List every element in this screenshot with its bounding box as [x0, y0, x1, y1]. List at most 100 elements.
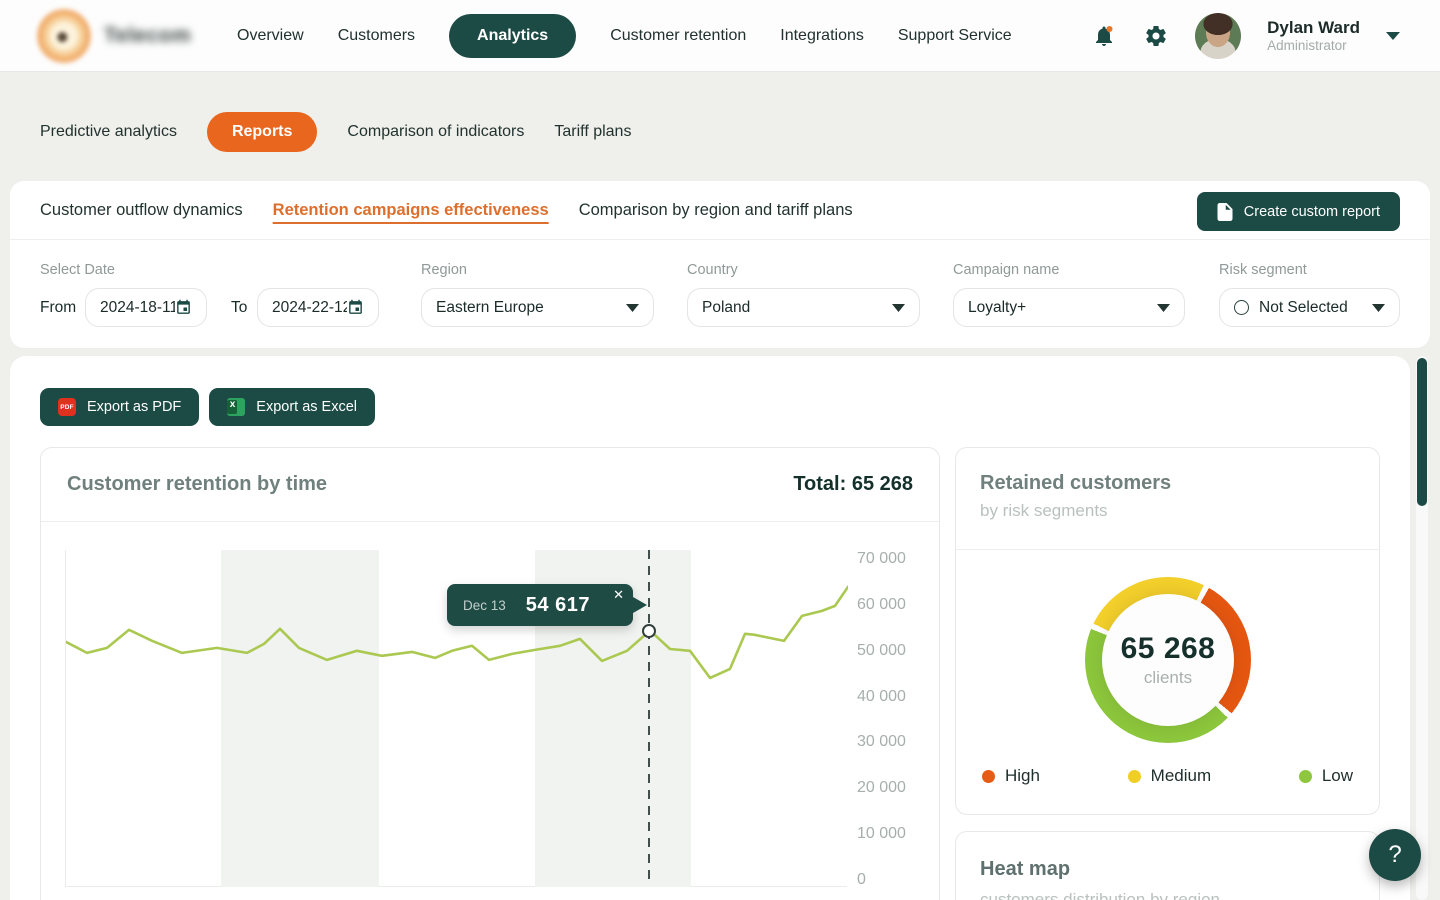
report-tab-customer-outflow-dynamics[interactable]: Customer outflow dynamics [40, 201, 243, 220]
y-tick-label: 70 000 [857, 550, 906, 568]
nav-item-analytics[interactable]: Analytics [449, 14, 576, 58]
tab-comparison-of-indicators[interactable]: Comparison of indicators [347, 123, 524, 141]
legend-dot [1128, 770, 1141, 783]
retained-customers-card: Retained customers by risk segments 65 2… [955, 447, 1380, 815]
nav-item-support-service[interactable]: Support Service [898, 27, 1012, 45]
legend-dot [1299, 770, 1312, 783]
y-axis: 70 000 60 000 50 000 40 000 30 000 20 000 10 0… [857, 448, 937, 900]
donut-total-value: 65 268 [1121, 632, 1216, 666]
y-tick-label: 40 000 [857, 688, 906, 706]
radio-circle-icon [1234, 300, 1249, 315]
chevron-down-icon [1157, 304, 1170, 312]
document-icon [1217, 203, 1233, 221]
excel-icon [227, 398, 245, 416]
country-select[interactable]: Poland [687, 288, 920, 327]
calendar-icon [347, 299, 364, 316]
y-tick-label: 20 000 [857, 779, 906, 797]
chevron-down-icon [1372, 304, 1385, 312]
main-nav: Overview Customers Analytics Customer re… [237, 0, 1012, 72]
user-role: Administrator [1267, 38, 1360, 55]
legend-dot [982, 770, 995, 783]
risk-legend: High Medium Low [956, 766, 1379, 786]
tooltip-close-icon[interactable]: ✕ [613, 587, 624, 603]
create-custom-report-label: Create custom report [1244, 204, 1380, 220]
chevron-down-icon [892, 304, 905, 312]
region-value: Eastern Europe [436, 299, 616, 317]
top-header: Telecom Overview Customers Analytics Cus… [0, 0, 1440, 72]
export-row: PDF Export as PDF Export as Excel [40, 388, 375, 426]
tab-predictive-analytics[interactable]: Predictive analytics [40, 123, 177, 141]
date-from-value: 2024-18-11 [100, 299, 175, 317]
brand-logo [36, 8, 92, 64]
date-to-input[interactable]: 2024-22-12 [257, 288, 379, 327]
select-date-label: Select Date [40, 262, 115, 278]
user-block: Dylan Ward Administrator [1267, 17, 1360, 55]
y-tick-label: 60 000 [857, 596, 906, 614]
legend-item-low: Low [1299, 766, 1353, 786]
y-tick-label: 0 [857, 871, 866, 889]
heat-map-title: Heat map [980, 858, 1070, 881]
retained-title: Retained customers [980, 472, 1171, 495]
chevron-down-icon [626, 304, 639, 312]
legend-label-low: Low [1322, 766, 1353, 786]
nav-item-overview[interactable]: Overview [237, 27, 304, 45]
dashboard-page: Telecom Overview Customers Analytics Cus… [0, 0, 1440, 900]
to-label: To [231, 288, 247, 327]
region-select[interactable]: Eastern Europe [421, 288, 654, 327]
tab-tariff-plans[interactable]: Tariff plans [554, 123, 631, 141]
chart-header: Customer retention by time Total: 65 268 [41, 448, 939, 522]
chart-marker[interactable] [642, 624, 656, 638]
legend-item-medium: Medium [1128, 766, 1211, 786]
risk-segment-value: Not Selected [1259, 299, 1362, 317]
export-excel-label: Export as Excel [256, 399, 357, 415]
notifications-bell-icon[interactable] [1091, 23, 1117, 49]
nav-item-integrations[interactable]: Integrations [780, 27, 864, 45]
donut-center: 65 268 clients [1102, 594, 1234, 726]
donut-caption: clients [1144, 668, 1192, 688]
user-name: Dylan Ward [1267, 17, 1360, 38]
export-pdf-button[interactable]: PDF Export as PDF [40, 388, 199, 426]
tooltip-value: 54 617 [526, 594, 590, 617]
brand-name: Telecom [104, 24, 191, 48]
scrollbar-thumb[interactable] [1417, 358, 1427, 506]
legend-label-high: High [1005, 766, 1040, 786]
country-value: Poland [702, 299, 882, 317]
tab-reports[interactable]: Reports [207, 112, 317, 152]
chart-band [221, 550, 379, 887]
nav-item-customers[interactable]: Customers [338, 27, 415, 45]
help-button[interactable]: ? [1369, 829, 1421, 881]
region-label: Region [421, 262, 467, 278]
y-tick-label: 10 000 [857, 825, 906, 843]
report-filter-card: Customer outflow dynamics Retention camp… [10, 181, 1430, 348]
divider [956, 549, 1379, 550]
retention-by-time-card: Customer retention by time Total: 65 268… [40, 447, 940, 900]
legend-label-medium: Medium [1151, 766, 1211, 786]
nav-item-customer-retention[interactable]: Customer retention [610, 27, 746, 45]
risk-segment-select[interactable]: Not Selected [1219, 288, 1400, 327]
date-from-input[interactable]: 2024-18-11 [85, 288, 207, 327]
y-tick-label: 30 000 [857, 733, 906, 751]
user-menu-chevron-down-icon[interactable] [1386, 32, 1400, 40]
campaign-name-label: Campaign name [953, 262, 1059, 278]
chart-tooltip: Dec 13 54 617 ✕ [447, 584, 633, 626]
create-custom-report-button[interactable]: Create custom report [1197, 192, 1400, 231]
campaign-name-select[interactable]: Loyalty+ [953, 288, 1185, 327]
report-tab-comparison-by-region[interactable]: Comparison by region and tariff plans [579, 201, 853, 220]
analytics-tabs: Predictive analytics Reports Comparison … [40, 112, 631, 152]
date-to-value: 2024-22-12 [272, 299, 347, 317]
tooltip-date: Dec 13 [463, 598, 506, 613]
heat-map-card: Heat map customers distribution by regio… [955, 831, 1380, 900]
export-excel-button[interactable]: Export as Excel [209, 388, 375, 426]
heat-map-subtitle: customers distribution by region [980, 890, 1220, 900]
header-right: Dylan Ward Administrator [1091, 0, 1400, 72]
calendar-icon [175, 299, 192, 316]
settings-gear-icon[interactable] [1143, 23, 1169, 49]
report-tab-retention-campaigns-effectiveness[interactable]: Retention campaigns effectiveness [273, 201, 549, 220]
legend-item-high: High [982, 766, 1040, 786]
chart-cursor-line [648, 550, 650, 885]
retained-subtitle: by risk segments [980, 501, 1108, 521]
export-pdf-label: Export as PDF [87, 399, 181, 415]
y-tick-label: 50 000 [857, 642, 906, 660]
pdf-icon: PDF [58, 398, 76, 416]
user-avatar[interactable] [1195, 13, 1241, 59]
